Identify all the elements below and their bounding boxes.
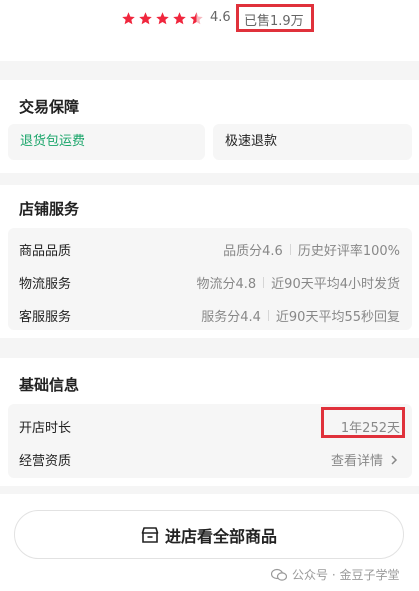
store-icon — [141, 526, 159, 543]
sold-count: 已售1.9万 — [244, 14, 304, 29]
logistics-score: 物流分4.8 — [196, 277, 257, 292]
enter-store-label: 进店看全部商品 — [164, 526, 277, 546]
row-label-qualification: 经营资质 — [19, 454, 72, 469]
row-label-logistics: 物流服务 — [19, 277, 72, 292]
highlight-box — [321, 407, 405, 438]
row-label-store-age: 开店时长 — [19, 421, 72, 436]
divider — [289, 244, 291, 255]
star-icon — [122, 12, 135, 25]
view-details-text: 查看详情 — [330, 454, 383, 469]
guarantee-item-label: 极速退款 — [225, 134, 278, 149]
section-title-guarantee: 交易保障 — [19, 98, 80, 116]
section-title-basic-info: 基础信息 — [19, 376, 80, 394]
row-value-logistics: 物流分4.8 近90天平均4小时发货 — [196, 273, 400, 292]
guarantee-free-return[interactable]: 退货包运费 — [8, 124, 205, 160]
star-icon — [139, 12, 152, 25]
half-star-icon — [190, 12, 203, 25]
divider — [267, 310, 269, 321]
logistics-detail: 近90天平均4小时发货 — [271, 277, 400, 292]
service-detail: 近90天平均55秒回复 — [275, 310, 400, 325]
divider — [263, 277, 265, 288]
wechat-icon — [271, 568, 287, 581]
guarantee-item-label: 退货包运费 — [20, 134, 86, 149]
star-icon — [173, 12, 186, 25]
quality-score: 品质分4.6 — [223, 244, 283, 259]
enter-store-button[interactable]: 进店看全部商品 — [14, 510, 404, 559]
rating-card: 4.6 已售1.9万 — [0, 0, 419, 61]
row-value-customer-service: 服务分4.4 近90天平均55秒回复 — [201, 306, 400, 325]
row-value-quality: 品质分4.6 历史好评率100% — [223, 240, 400, 259]
service-score: 服务分4.4 — [201, 310, 261, 325]
watermark: 公众号 · 金豆子学堂 — [271, 566, 399, 583]
row-label-quality: 商品品质 — [19, 244, 72, 259]
row-label-customer-service: 客服服务 — [19, 310, 72, 325]
watermark-text: 公众号 · 金豆子学堂 — [292, 568, 400, 582]
star-rating — [121, 11, 204, 26]
quality-detail: 历史好评率100% — [297, 244, 400, 259]
star-icon — [156, 12, 169, 25]
section-title-store-service: 店铺服务 — [19, 200, 80, 218]
guarantee-fast-refund[interactable]: 极速退款 — [213, 124, 412, 160]
view-details-link[interactable]: 查看详情 — [331, 450, 400, 469]
rating-score: 4.6 — [210, 10, 231, 25]
chevron-right-icon — [391, 454, 398, 465]
